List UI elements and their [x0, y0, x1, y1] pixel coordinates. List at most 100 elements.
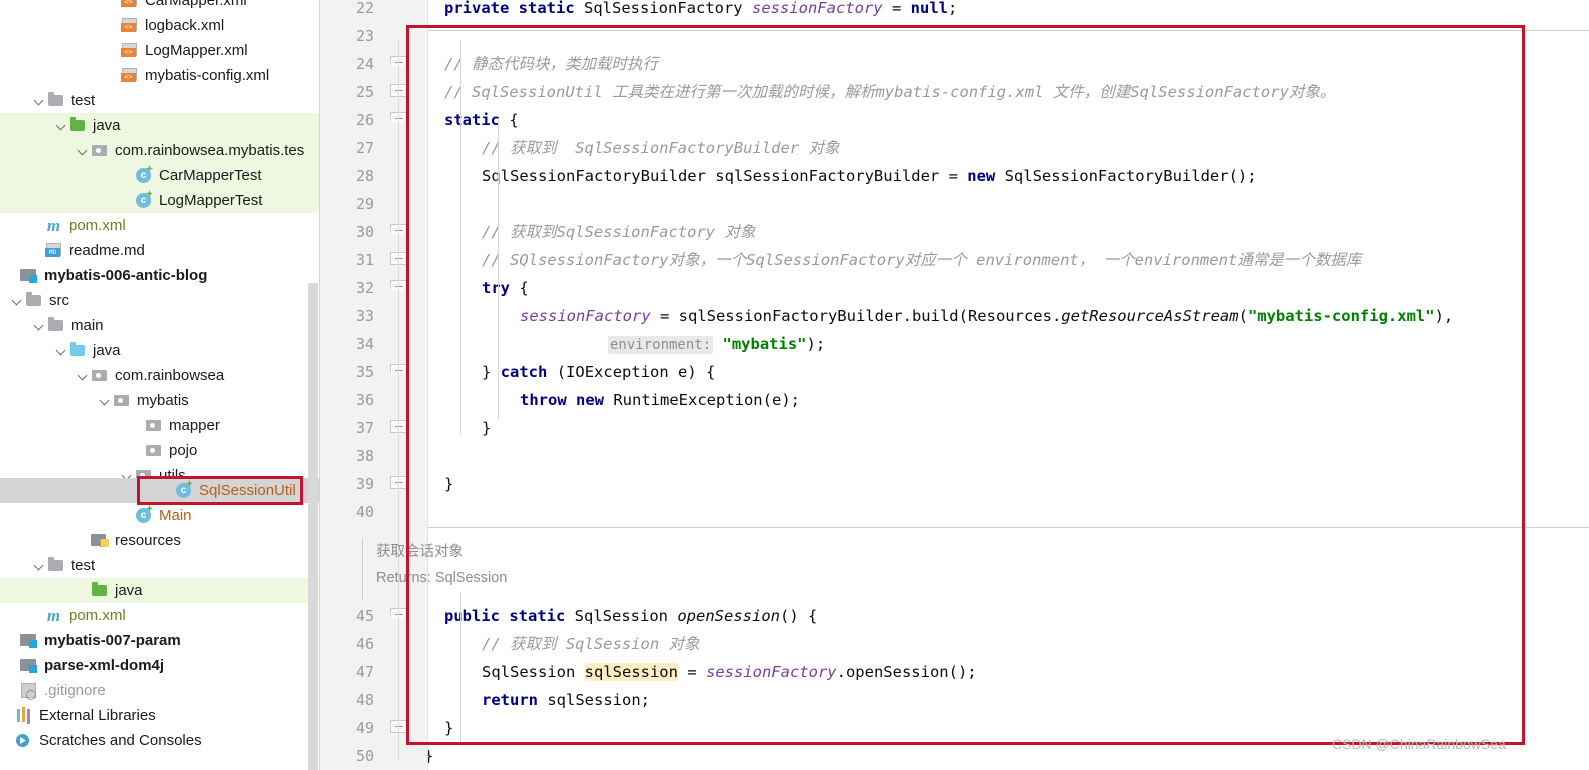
chevron-down-icon[interactable] — [10, 288, 25, 313]
tree-item-gitignore[interactable]: .gitignore — [0, 678, 320, 703]
chevron-down-icon[interactable] — [98, 388, 113, 413]
fold-minus-icon — [395, 118, 403, 119]
tree-item-label: Scratches and Consoles — [38, 728, 202, 753]
tree-item-label: com.rainbowsea — [114, 363, 224, 388]
tree-item-label: mybatis-007-param — [43, 628, 181, 653]
tree-item-com-rainbowsea[interactable]: com.rainbowsea — [0, 363, 320, 388]
line-number: 25 — [328, 78, 374, 106]
code-line[interactable]: try { — [482, 274, 529, 302]
editor-gutter[interactable]: 2223242526272829303132333435363738394045… — [320, 0, 428, 770]
tree-item-label: CarMapperTest — [158, 163, 262, 188]
code-line[interactable]: public static SqlSession openSession() { — [444, 602, 817, 630]
tree-item-java[interactable]: java — [0, 338, 320, 363]
tree-item-readme-md[interactable]: readme.md — [0, 238, 320, 263]
code-fold-toggle-icon[interactable] — [388, 470, 410, 498]
chevron-down-icon[interactable] — [32, 553, 47, 578]
code-line[interactable]: // 获取到 SqlSession 对象 — [482, 630, 699, 658]
code-fold-toggle-icon[interactable] — [388, 414, 410, 442]
tree-item-parse-xml-dom4j[interactable]: parse-xml-dom4j — [0, 653, 320, 678]
editor-top-separator — [428, 30, 1589, 31]
chevron-down-icon[interactable] — [54, 113, 69, 138]
tree-item-pojo[interactable]: pojo — [0, 438, 320, 463]
tree-item-sqlsessionutil[interactable]: SqlSessionUtil — [0, 478, 320, 503]
code-line[interactable]: SqlSession sqlSession = sessionFactory.o… — [482, 658, 977, 686]
line-number: 26 — [328, 106, 374, 134]
module-icon — [20, 653, 39, 678]
tree-item-mapper[interactable]: mapper — [0, 413, 320, 438]
code-fold-toggle-icon[interactable] — [388, 358, 410, 386]
code-line[interactable]: SqlSessionFactoryBuilder sqlSessionFacto… — [482, 162, 1257, 190]
tree-item-test[interactable]: test — [0, 553, 320, 578]
code-fold-toggle-icon[interactable] — [388, 106, 410, 134]
fold-minus-icon — [395, 614, 403, 615]
code-line[interactable]: sessionFactory = sqlSessionFactoryBuilde… — [520, 302, 1453, 330]
code-line[interactable]: } — [444, 470, 453, 498]
code-fold-toggle-icon[interactable] — [388, 714, 410, 742]
tree-item-mybatis[interactable]: mybatis — [0, 388, 320, 413]
code-line[interactable]: // 获取到 SqlSessionFactoryBuilder 对象 — [482, 134, 839, 162]
tree-item-label: readme.md — [68, 238, 145, 263]
code-line[interactable]: // 静态代码块，类加载时执行 — [444, 50, 658, 78]
code-fold-toggle-icon[interactable] — [388, 246, 410, 274]
code-line[interactable]: } catch (IOException e) { — [482, 358, 715, 386]
tree-indent-spacer — [0, 703, 15, 728]
tree-item-label: com.rainbowsea.mybatis.tes — [114, 138, 304, 163]
code-line[interactable]: } — [428, 742, 433, 770]
code-line[interactable]: } — [482, 414, 491, 442]
chevron-down-icon[interactable] — [32, 88, 47, 113]
tree-item-mybatis-config-xml[interactable]: mybatis-config.xml — [0, 63, 320, 88]
doc-popup-returns: Returns: SqlSession — [376, 570, 507, 586]
tree-item-logmapper-xml[interactable]: LogMapper.xml — [0, 38, 320, 63]
code-line[interactable]: // SQlsessionFactory对象，一个SqlSessionFacto… — [482, 246, 1361, 274]
code-fold-toggle-icon[interactable] — [388, 274, 410, 302]
code-editor[interactable]: 2223242526272829303132333435363738394045… — [320, 0, 1589, 770]
code-line[interactable]: // SqlSessionUtil 工具类在进行第一次加载的时候，解析mybat… — [444, 78, 1335, 106]
code-line[interactable]: environment: "mybatis"); — [608, 330, 825, 358]
code-fold-toggle-icon[interactable] — [388, 602, 410, 630]
tree-item-pom-xml[interactable]: pom.xml — [0, 213, 320, 238]
tree-item-external-libraries[interactable]: External Libraries — [0, 703, 320, 728]
tree-item-mybatis-006-antic-blog[interactable]: mybatis-006-antic-blog — [0, 263, 320, 288]
tree-item-test[interactable]: test — [0, 88, 320, 113]
xml-file-icon — [121, 13, 140, 38]
project-tree-panel[interactable]: CarMapper.xmllogback.xmlLogMapper.xmlmyb… — [0, 0, 320, 770]
code-line[interactable]: return sqlSession; — [482, 686, 650, 714]
tree-item-resources[interactable]: resources — [0, 528, 320, 553]
tree-item-label: CarMapper.xml — [144, 0, 247, 13]
tree-indent-spacer — [120, 188, 135, 213]
code-content-area[interactable]: private static SqlSessionFactory session… — [428, 0, 1589, 770]
tree-item-carmapper-xml[interactable]: CarMapper.xml — [0, 0, 320, 13]
tree-item-src[interactable]: src — [0, 288, 320, 313]
code-line[interactable]: static { — [444, 106, 519, 134]
tree-item-logback-xml[interactable]: logback.xml — [0, 13, 320, 38]
xml-file-icon — [121, 38, 140, 63]
chevron-down-icon[interactable] — [76, 363, 91, 388]
tree-indent-spacer — [106, 0, 121, 13]
tree-item-mybatis-007-param[interactable]: mybatis-007-param — [0, 628, 320, 653]
tree-item-java[interactable]: java — [0, 578, 320, 603]
chevron-down-icon[interactable] — [54, 338, 69, 363]
tree-item-java[interactable]: java — [0, 113, 320, 138]
code-line[interactable]: private static SqlSessionFactory session… — [444, 0, 957, 22]
chevron-down-icon[interactable] — [32, 313, 47, 338]
project-tree-scrollbar[interactable] — [308, 283, 318, 770]
tree-item-com-rainbowsea-mybatis-tes[interactable]: com.rainbowsea.mybatis.tes — [0, 138, 320, 163]
tree-item-main[interactable]: Main — [0, 503, 320, 528]
code-fold-toggle-icon[interactable] — [388, 50, 410, 78]
tree-item-scratches-and-consoles[interactable]: Scratches and Consoles — [0, 728, 320, 753]
code-fold-toggle-icon[interactable] — [388, 218, 410, 246]
chevron-down-icon[interactable] — [76, 138, 91, 163]
tree-item-main[interactable]: main — [0, 313, 320, 338]
line-number: 29 — [328, 190, 374, 218]
tree-item-pom-xml[interactable]: pom.xml — [0, 603, 320, 628]
code-line[interactable]: throw new RuntimeException(e); — [520, 386, 800, 414]
code-line[interactable]: } — [444, 714, 453, 742]
code-line[interactable]: // 获取到SqlSessionFactory 对象 — [482, 218, 755, 246]
code-fold-toggle-icon[interactable] — [388, 78, 410, 106]
tree-item-label: LogMapper.xml — [144, 38, 248, 63]
scratches-icon — [15, 728, 34, 753]
tree-indent-spacer — [0, 728, 15, 753]
line-number: 39 — [328, 470, 374, 498]
tree-item-logmappertest[interactable]: LogMapperTest — [0, 188, 320, 213]
tree-item-carmappertest[interactable]: CarMapperTest — [0, 163, 320, 188]
